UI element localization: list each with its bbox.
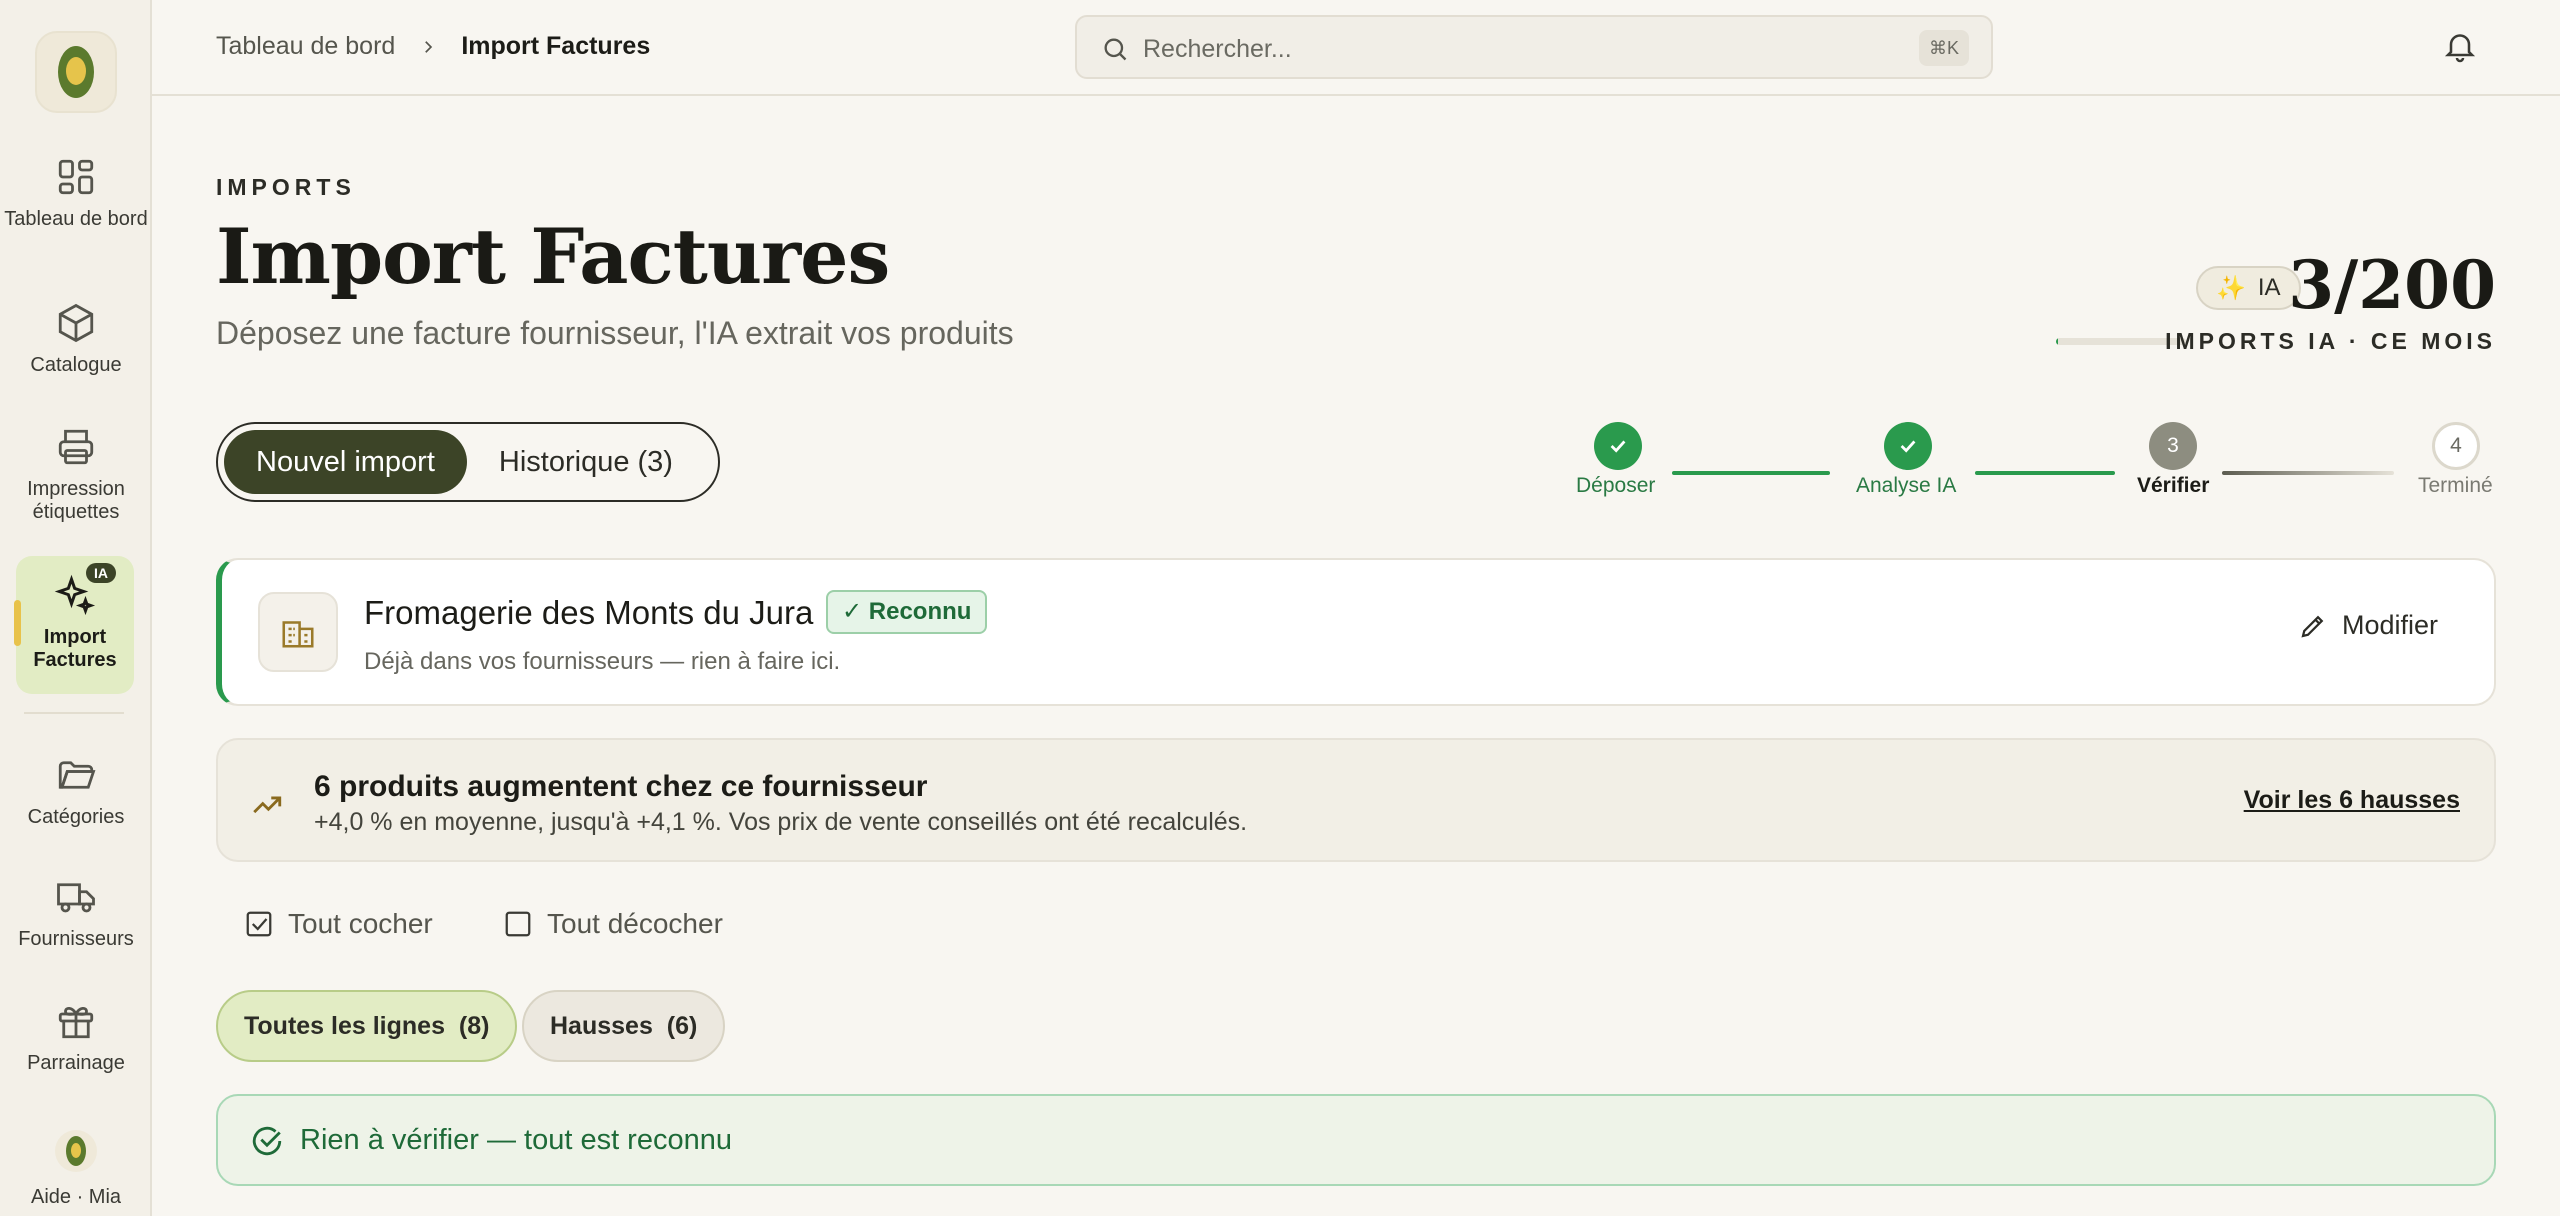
search-placeholder: Rechercher... xyxy=(1143,35,1292,63)
step-connector xyxy=(1975,471,2115,475)
truck-icon xyxy=(57,883,95,913)
search-shortcut-badge: ⌘K xyxy=(1918,30,1969,66)
app-logo[interactable] xyxy=(35,31,117,113)
ia-quota-progress-fill xyxy=(2056,338,2058,345)
sidebar-item-import-factures[interactable]: Import Factures xyxy=(16,556,134,694)
filter-all-lines[interactable]: Toutes les lignes (8) xyxy=(216,990,518,1062)
nothing-to-verify-banner: Rien à vérifier — tout est reconnu xyxy=(216,1094,2496,1186)
sidebar: Tableau de bord Catalogue Impression éti… xyxy=(0,0,152,1216)
printer-icon xyxy=(58,429,94,465)
ia-quota-value: 3/200 xyxy=(2288,246,2496,324)
alert-title: 6 produits augmentent chez ce fournisseu… xyxy=(314,770,928,803)
ia-quota-pill-label: IA xyxy=(2257,274,2281,301)
checkbox-empty-icon xyxy=(505,911,531,937)
ia-quota-pill: ✨ IA xyxy=(2196,266,2301,310)
building-icon xyxy=(258,592,338,672)
pencil-icon xyxy=(2301,615,2324,638)
filter-count: (6) xyxy=(666,1012,698,1040)
page-title: Import Factures xyxy=(216,212,890,301)
step-label-termine: Terminé xyxy=(2418,474,2493,497)
step-4-circle: 4 xyxy=(2432,422,2480,470)
view-increases-link[interactable]: Voir les 6 hausses xyxy=(2244,786,2460,815)
sidebar-item-categories[interactable]: Catégories xyxy=(0,754,152,829)
search-input[interactable]: Rechercher... ⌘K xyxy=(1075,15,1993,79)
supplier-subtitle: Déjà dans vos fournisseurs — rien à fair… xyxy=(364,648,841,675)
uncheck-all-button[interactable]: Tout décocher xyxy=(503,908,723,940)
ia-quota-label: IMPORTS IA · CE MOIS xyxy=(2165,328,2496,354)
modify-supplier-button[interactable]: Modifier xyxy=(2298,610,2438,641)
step-2-check-icon xyxy=(1884,422,1932,470)
filter-increases[interactable]: Hausses (6) xyxy=(522,990,726,1062)
sidebar-item-dashboard[interactable]: Tableau de bord xyxy=(0,156,152,231)
step-label-deposer: Déposer xyxy=(1576,474,1656,497)
folder-icon xyxy=(58,761,96,789)
sidebar-item-catalogue[interactable]: Catalogue xyxy=(0,302,152,377)
search-icon xyxy=(1104,38,1127,61)
check-all-label: Tout cocher xyxy=(288,908,433,939)
dashboard-icon xyxy=(58,159,94,195)
filter-label: Hausses xyxy=(550,1012,653,1040)
sidebar-item-parrainage[interactable]: Parrainage xyxy=(0,1000,152,1075)
sidebar-item-fournisseurs[interactable]: Fournisseurs xyxy=(0,876,152,951)
step-1-check-icon xyxy=(1594,422,1642,470)
step-label-analyse: Analyse IA xyxy=(1856,474,1957,497)
import-tabs: Nouvel import Historique (3) xyxy=(216,422,720,502)
supplier-name: Fromagerie des Monts du Jura xyxy=(364,594,814,631)
price-increase-alert: 6 produits augmentent chez ce fournisseu… xyxy=(216,738,2496,862)
supplier-status-badge: ✓ Reconnu xyxy=(826,590,988,634)
chevron-right-icon xyxy=(425,40,433,53)
ia-badge: IA xyxy=(86,563,116,583)
box-icon xyxy=(58,303,94,343)
success-text: Rien à vérifier — tout est reconnu xyxy=(300,1124,732,1156)
sidebar-item-impression[interactable]: Impression étiquettes xyxy=(0,426,152,524)
breadcrumb-item-current: Import Factures xyxy=(461,32,651,60)
check-all-button[interactable]: Tout cocher xyxy=(244,908,433,940)
filter-label: Toutes les lignes xyxy=(244,1012,445,1040)
step-connector xyxy=(2222,471,2394,475)
gift-icon xyxy=(58,1007,94,1039)
sparkle-icon: ✨ xyxy=(2216,274,2246,302)
step-connector xyxy=(1672,471,1830,475)
modify-label: Modifier xyxy=(2341,610,2438,640)
sidebar-item-label: Catalogue xyxy=(30,354,122,376)
page-eyebrow: IMPORTS xyxy=(216,174,356,200)
page-subtitle: Déposez une facture fournisseur, l'IA ex… xyxy=(216,315,1014,351)
supplier-card: Fromagerie des Monts du Jura ✓ Reconnu D… xyxy=(216,558,2496,706)
breadcrumb-item-dashboard[interactable]: Tableau de bord xyxy=(216,32,395,61)
sidebar-item-label: Import Factures xyxy=(33,626,117,671)
step-label-verifier: Vérifier xyxy=(2137,474,2210,497)
active-indicator xyxy=(14,600,21,646)
supplier-status-label: Reconnu xyxy=(868,598,972,625)
sidebar-item-label: Tableau de bord xyxy=(4,208,148,230)
avocado-logo-icon xyxy=(58,46,94,98)
tab-nouvel-import[interactable]: Nouvel import xyxy=(224,430,467,494)
check-icon: ✓ xyxy=(842,598,863,625)
mia-avatar[interactable] xyxy=(55,1130,97,1172)
checkbox-checked-icon xyxy=(246,911,272,937)
help-label[interactable]: Aide · Mia xyxy=(0,1186,152,1209)
tab-historique[interactable]: Historique (3) xyxy=(467,430,705,494)
avocado-icon xyxy=(66,1136,86,1166)
uncheck-all-label: Tout décocher xyxy=(547,908,723,939)
sidebar-divider xyxy=(24,712,124,714)
topbar: Tableau de bord Import Factures Recherch… xyxy=(152,0,2560,96)
filter-count: (8) xyxy=(458,1012,490,1040)
sidebar-item-label: Catégories xyxy=(27,806,125,828)
sidebar-item-label: Fournisseurs xyxy=(18,928,134,950)
breadcrumb: Tableau de bord Import Factures xyxy=(216,32,650,61)
check-circle-icon xyxy=(252,1126,282,1156)
step-3-circle: 3 xyxy=(2149,422,2197,470)
trending-up-icon xyxy=(253,796,282,814)
bell-icon[interactable] xyxy=(2442,28,2478,64)
sidebar-item-label: Impression étiquettes xyxy=(27,478,125,523)
alert-subtitle: +4,0 % en moyenne, jusqu'à +4,1 %. Vos p… xyxy=(314,808,1248,836)
sidebar-item-label: Parrainage xyxy=(27,1052,125,1074)
